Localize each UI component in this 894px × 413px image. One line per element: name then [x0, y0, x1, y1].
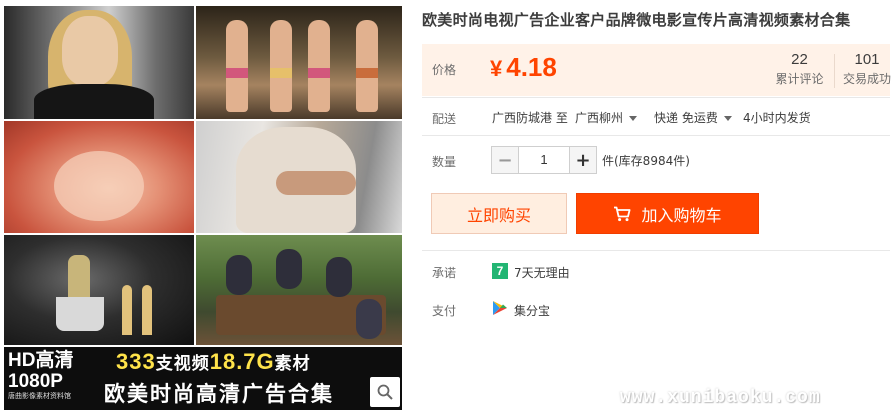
shipping-label: 配送: [432, 112, 457, 126]
sold-stat: 101 交易成功: [837, 51, 894, 87]
chevron-down-icon: [629, 116, 638, 121]
jifenbao-icon: [493, 301, 507, 315]
promise-label: 承诺: [432, 266, 457, 280]
add-to-cart-button[interactable]: 加入购物车: [576, 193, 759, 234]
shipping-method-value: 快递 免运费: [654, 111, 718, 125]
quantity-stepper: − 1 +: [491, 146, 597, 174]
zoom-button[interactable]: [370, 377, 400, 407]
quantity-decrease-button[interactable]: −: [491, 146, 519, 174]
product-title: 欧美时尚电视广告企业客户品牌微电影宣传片高清视频素材合集: [422, 11, 851, 29]
sold-count: 101: [854, 51, 880, 68]
quantity-increase-button[interactable]: +: [569, 146, 597, 174]
stat-divider: [834, 54, 835, 88]
sold-label: 交易成功: [842, 72, 891, 86]
add-to-cart-label: 加入购物车: [641, 205, 722, 225]
stock-info: 件(库存8984件): [602, 154, 690, 168]
divider: [422, 250, 890, 251]
gallery-tile-woman-portrait: [4, 6, 194, 119]
reviews-count: 22: [791, 51, 808, 68]
shipping-to-value: 广西柳州: [575, 111, 624, 125]
seven-day-return-icon: 7: [492, 263, 508, 279]
gallery-tile-red-swirl: [4, 121, 194, 233]
shipping-method-select[interactable]: 快递 免运费: [654, 109, 732, 126]
quantity-input[interactable]: 1: [519, 146, 569, 174]
banner-brand-label: 唐曲影像素材资料馆: [8, 393, 71, 400]
banner-title-line: 欧美时尚高清广告合集: [104, 382, 334, 406]
shipping-from: 广西防城港 至: [492, 111, 568, 125]
currency-symbol: ¥: [490, 56, 503, 81]
promise-text[interactable]: 7天无理由: [514, 264, 570, 281]
price-amount: 4.18: [506, 52, 557, 82]
payment-label: 支付: [432, 304, 457, 318]
shipping-to-select[interactable]: 广西柳州: [575, 109, 638, 126]
quantity-label: 数量: [432, 155, 457, 169]
gallery-promo-banner: HD高清 1080P 唐曲影像素材资料馆 333支视频18.7G素材 欧美时尚高…: [4, 347, 402, 410]
product-image-gallery[interactable]: HD高清 1080P 唐曲影像素材资料馆 333支视频18.7G素材 欧美时尚高…: [4, 6, 402, 410]
cart-icon: [614, 206, 631, 221]
dispatch-time: 4小时内发货: [743, 111, 811, 125]
price-panel: 价格 ¥4.18 22 累计评论 101 交易成功: [422, 44, 891, 96]
price-label: 价格: [432, 63, 457, 77]
banner-1080-label: 1080P: [8, 371, 63, 392]
chevron-down-icon: [723, 116, 732, 121]
divider: [422, 97, 890, 98]
site-watermark: www.xunibaoku.com: [620, 388, 821, 408]
gallery-tile-picnic-group: [196, 235, 402, 345]
payment-method: 集分宝: [514, 304, 551, 318]
reviews-stat[interactable]: 22 累计评论: [767, 51, 832, 87]
gallery-tile-runway-models: [196, 6, 402, 119]
gallery-tile-couple-embrace: [196, 121, 402, 233]
divider: [422, 135, 890, 136]
banner-count-line: 333支视频18.7G素材: [116, 349, 311, 374]
banner-hd-label: HD高清: [8, 350, 74, 371]
price-value: ¥4.18: [490, 52, 557, 83]
gallery-tile-champagne: [4, 235, 194, 345]
reviews-label: 累计评论: [775, 72, 824, 86]
buy-now-button[interactable]: 立即购买: [431, 193, 567, 234]
magnifier-icon: [377, 384, 393, 400]
